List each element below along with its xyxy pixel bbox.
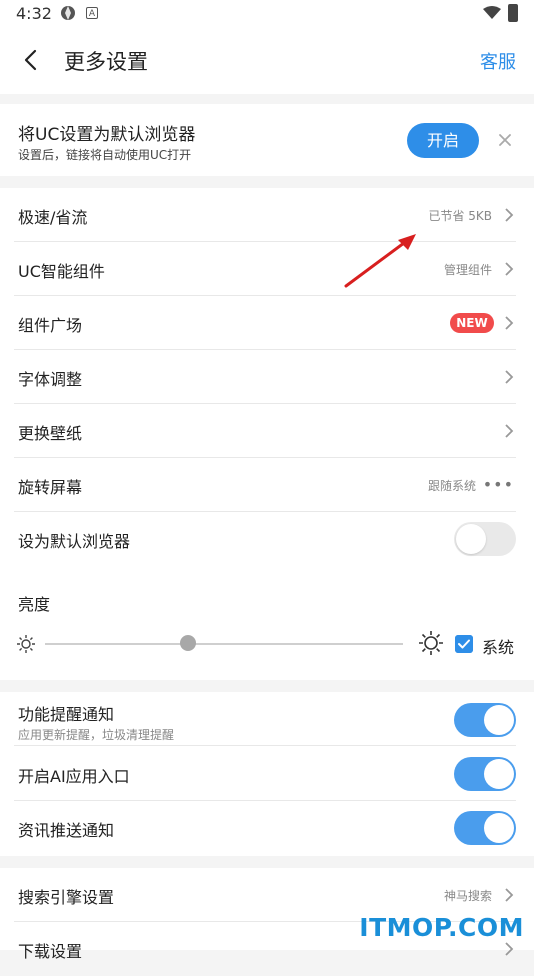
- chevron-right-icon: [505, 942, 514, 956]
- font-label: 字体调整: [18, 370, 83, 389]
- status-time: 4:32: [16, 4, 52, 23]
- sun-small-icon: [17, 635, 35, 653]
- settings-row-rotate[interactable]: 旋转屏幕 跟随系统 •••: [0, 458, 534, 512]
- speed-value: 已节省 5KB: [428, 209, 492, 223]
- settings-row-news-push: 资讯推送通知: [0, 801, 534, 855]
- settings-row-plaza[interactable]: 组件广场 NEW: [0, 296, 534, 350]
- banner-title: 将UC设置为默认浏览器: [18, 125, 196, 145]
- more-dots-icon[interactable]: •••: [483, 475, 514, 494]
- brightness-slider-track[interactable]: [45, 643, 403, 645]
- widget-value: 管理组件: [443, 263, 492, 277]
- search-engine-label: 搜索引擎设置: [18, 888, 115, 907]
- chevron-right-icon: [505, 262, 514, 276]
- news-push-label: 资讯推送通知: [18, 821, 115, 840]
- settings-row-speed[interactable]: 极速/省流 已节省 5KB: [0, 188, 534, 242]
- chevron-right-icon: [505, 888, 514, 902]
- speed-label: 极速/省流: [18, 208, 88, 227]
- app-header: 更多设置 客服: [0, 28, 534, 94]
- notification-settings-card: 功能提醒通知 应用更新提醒，垃圾清理提醒 开启AI应用入口 资讯推送通知: [0, 692, 534, 856]
- download-label: 下载设置: [18, 942, 83, 961]
- itmop-watermark: ITMOP.COM: [359, 913, 524, 942]
- chevron-right-icon: [505, 316, 514, 330]
- default-browser-toggle[interactable]: [454, 522, 516, 556]
- feature-notify-sub: 应用更新提醒，垃圾清理提醒: [18, 728, 175, 742]
- banner-subtitle: 设置后，链接将自动使用UC打开: [18, 148, 192, 162]
- notification-a-icon: A: [86, 7, 98, 19]
- customer-service-link[interactable]: 客服: [480, 48, 516, 74]
- brightness-label: 亮度: [18, 595, 51, 614]
- brightness-slider-thumb[interactable]: [180, 635, 197, 651]
- chevron-right-icon: [505, 208, 514, 222]
- ai-entry-toggle[interactable]: [454, 757, 516, 791]
- widget-label: UC智能组件: [18, 262, 105, 281]
- settings-row-ai-entry: 开启AI应用入口: [0, 747, 534, 801]
- chevron-right-icon: [505, 370, 514, 384]
- wifi-icon: [483, 6, 501, 19]
- status-bar: 4:32 A: [0, 0, 534, 28]
- aperture-icon: [61, 6, 75, 20]
- news-push-toggle[interactable]: [454, 811, 516, 845]
- sun-large-icon: [419, 631, 443, 655]
- page-title: 更多设置: [64, 50, 148, 74]
- settings-row-widget[interactable]: UC智能组件 管理组件: [0, 242, 534, 296]
- feature-notify-toggle[interactable]: [454, 703, 516, 737]
- battery-icon: [508, 4, 518, 22]
- default-browser-label: 设为默认浏览器: [18, 532, 131, 551]
- back-arrow-icon[interactable]: [20, 48, 42, 72]
- search-engine-value: 神马搜索: [443, 889, 492, 903]
- system-brightness-label: 系统: [482, 638, 515, 657]
- red-annotation-arrow-icon: [344, 234, 416, 288]
- toggle-knob: [456, 524, 486, 554]
- chevron-right-icon: [505, 424, 514, 438]
- default-browser-banner: 将UC设置为默认浏览器 设置后，链接将自动使用UC打开 开启: [0, 104, 534, 176]
- wallpaper-label: 更换壁纸: [18, 424, 83, 443]
- toggle-knob: [484, 813, 514, 843]
- feature-notify-label: 功能提醒通知: [18, 705, 115, 724]
- main-settings-card: 极速/省流 已节省 5KB UC智能组件 管理组件 组件广场 NEW 字体调整 …: [0, 188, 534, 680]
- enable-button[interactable]: 开启: [407, 123, 479, 158]
- system-brightness-checkbox[interactable]: [455, 635, 473, 653]
- toggle-knob: [484, 705, 514, 735]
- close-icon[interactable]: [497, 132, 513, 148]
- plaza-label: 组件广场: [18, 316, 83, 335]
- rotate-label: 旋转屏幕: [18, 478, 83, 497]
- ai-entry-label: 开启AI应用入口: [18, 767, 130, 786]
- settings-row-default-browser: 设为默认浏览器: [0, 512, 534, 566]
- toggle-knob: [484, 759, 514, 789]
- divider: [14, 745, 516, 746]
- rotate-value: 跟随系统: [427, 479, 476, 493]
- settings-row-font[interactable]: 字体调整: [0, 350, 534, 404]
- new-badge: NEW: [450, 313, 494, 333]
- settings-row-wallpaper[interactable]: 更换壁纸: [0, 404, 534, 458]
- settings-row-feature-notify: 功能提醒通知 应用更新提醒，垃圾清理提醒: [0, 692, 534, 746]
